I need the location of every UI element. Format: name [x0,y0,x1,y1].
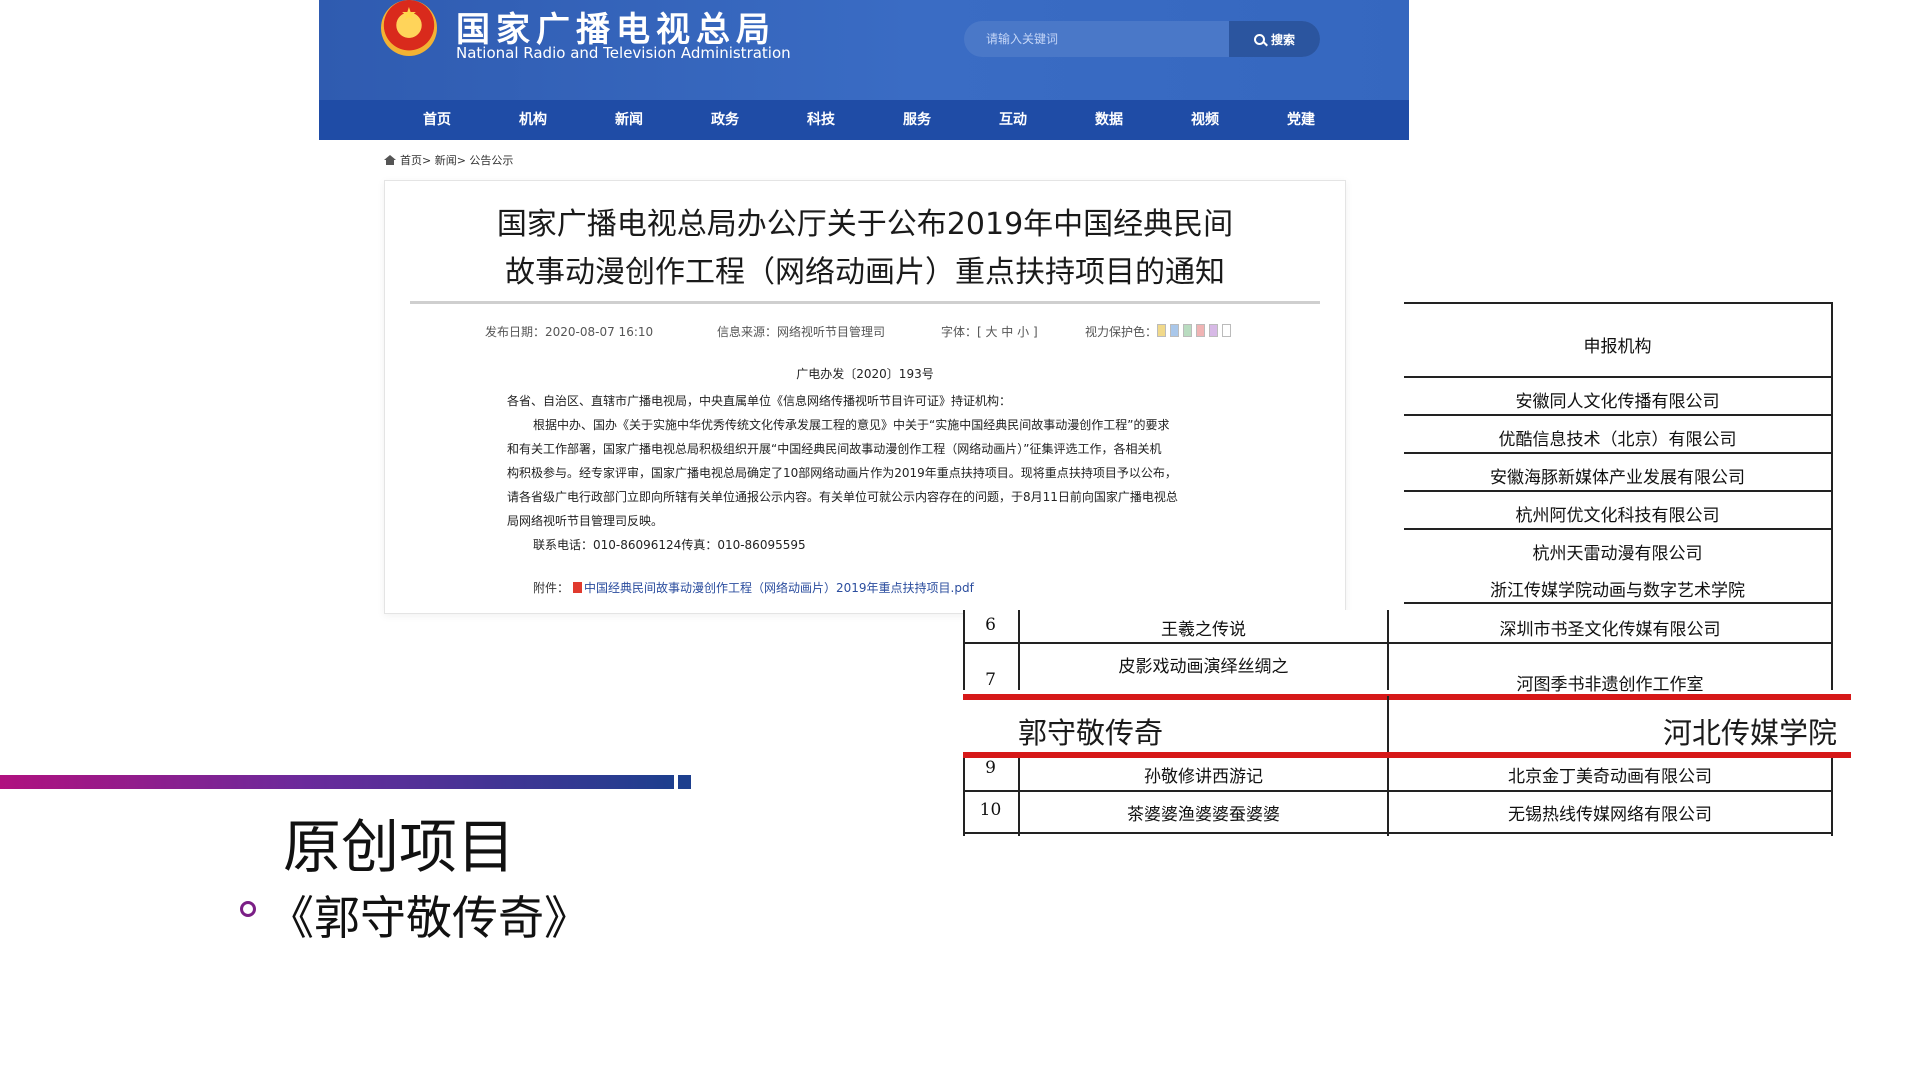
table-rule [1404,302,1833,304]
nav-item-organization[interactable]: 机构 [485,100,581,140]
color-swatch[interactable] [1170,324,1180,337]
body-line: 局网络视听节目管理司反映。 [507,514,664,528]
search-box: 搜索 [964,21,1320,57]
nav-item-technology[interactable]: 科技 [773,100,869,140]
search-button[interactable]: 搜索 [1229,21,1320,57]
article-body: 各省、自治区、直辖市广播电视局，中央直属单位《信息网络传播视听节目许可证》持证机… [507,389,1227,557]
site-title-en: National Radio and Television Administra… [456,44,791,62]
table-upper: 申报机构 安徽同人文化传播有限公司 优酷信息技术（北京）有限公司 安徽海豚新媒体… [1404,302,1833,610]
nav-item-service[interactable]: 服务 [869,100,965,140]
color-swatch[interactable] [1196,324,1206,337]
nav-item-video[interactable]: 视频 [1157,100,1253,140]
color-swatch[interactable] [1157,324,1167,337]
table-rule [963,832,1833,834]
table-cell-org: 杭州天雷动漫有限公司 [1532,544,1703,564]
table-rule [1387,696,1389,758]
breadcrumb-text[interactable]: 首页> 新闻> 公告公示 [400,152,513,168]
site-header: ★ 国家广播电视总局 National Radio and Television… [319,0,1409,100]
table-rule [1831,302,1833,610]
article-title-line-1: 国家广播电视总局办公厅关于公布2019年中国经典民间 [496,207,1234,242]
article-title-line-2: 故事动漫创作工程（网络动画片）重点扶持项目的通知 [505,255,1225,290]
attachment: 附件： 中国经典民间故事动漫创作工程（网络动画片）2019年重点扶持项目.pdf [533,579,974,596]
color-swatch[interactable] [1183,324,1193,337]
table-cell-num: 9 [985,758,996,778]
nav-item-data[interactable]: 数据 [1061,100,1157,140]
table-cell-num: 7 [985,670,996,690]
table-cell-org: 无锡热线传媒网络有限公司 [1508,805,1712,825]
font-size-selector[interactable]: 字体：[ 大 中 小 ] [941,323,1038,340]
nav-item-government[interactable]: 政务 [677,100,773,140]
table-header-org: 申报机构 [1583,337,1652,357]
nav-item-home[interactable]: 首页 [389,100,485,140]
accent-gradient-bar [0,775,674,789]
table-rule [1404,490,1833,492]
article-card: 国家广播电视总局办公厅关于公布2019年中国经典民间 故事动漫创作工程（网络动画… [384,180,1346,614]
publish-date: 发布日期：2020-08-07 16:10 [485,325,654,339]
body-line: 根据中办、国办《关于实施中华优秀传统文化传承发展工程的意见》中关于“实施中国经典… [533,418,1170,432]
table-cell-org: 河图季书非遗创作工作室 [1516,675,1704,695]
table-rule [963,642,1833,644]
recipients: 各省、自治区、直辖市广播电视局，中央直属单位《信息网络传播视听节目许可证》持证机… [507,394,1012,408]
national-emblem-icon: ★ [381,0,437,56]
document-number: 广电办发〔2020〕193号 [796,367,934,381]
home-icon[interactable] [384,155,396,165]
color-swatch[interactable] [1222,324,1232,337]
table-cell-org: 优酷信息技术（北京）有限公司 [1498,430,1737,450]
table-cell-org: 北京金丁美奇动画有限公司 [1508,767,1712,787]
table-rule [1404,452,1833,454]
table-rule [1831,610,1833,690]
nav-item-news[interactable]: 新闻 [581,100,677,140]
search-button-label: 搜索 [1270,32,1295,47]
table-cell-title: 茶婆婆渔婆婆蚕婆婆 [1127,805,1280,825]
color-swatch[interactable] [1209,324,1219,337]
table-rule [1404,602,1833,604]
breadcrumb: 首页> 新闻> 公告公示 [384,152,513,168]
contact-info: 联系电话：010-86096124传真：010-86095595 [533,538,806,552]
nav-item-party[interactable]: 党建 [1253,100,1349,140]
attachment-label: 附件： [533,581,570,595]
search-icon [1253,33,1265,45]
search-input[interactable] [964,21,1229,57]
table-cell-title-highlight: 郭守敬传奇 [1018,716,1164,750]
table-cell-org: 深圳市书圣文化传媒有限公司 [1499,620,1721,640]
highlight-line-bottom [963,752,1851,758]
bullet-circle-icon [240,901,256,917]
slide-heading: 原创项目 [283,813,516,881]
table-rule [963,790,1833,792]
body-line: 请各省级广电行政部门立即向所辖有关单位通报公示内容。有关单位可就公示内容存在的问… [507,490,1178,504]
nav-item-interaction[interactable]: 互动 [965,100,1061,140]
highlight-line-top [963,694,1851,700]
table-cell-title: 皮影戏动画演绎丝绸之 [1118,657,1289,677]
table-cell-org: 浙江传媒学院动画与数字艺术学院 [1490,581,1745,601]
table-rule [1831,758,1833,836]
info-source: 信息来源：网络视听节目管理司 [717,325,886,339]
accent-square [678,775,691,789]
table-cell-title: 孙敬修讲西游记 [1144,767,1263,787]
color-swatch-group [1157,324,1235,339]
body-line: 和有关工作部署，国家广播电视总局积极组织开展“中国经典民间故事动漫创作工程（网络… [507,442,1162,456]
table-cell-org: 安徽海豚新媒体产业发展有限公司 [1490,468,1745,488]
table-cell-num: 6 [985,615,996,635]
table-cell-num: 10 [979,800,1002,820]
table-lower: 6 王羲之传说 深圳市书圣文化传媒有限公司 7 皮影戏动画演绎丝绸之 河图季书非… [963,610,1851,836]
table-cell-org: 安徽同人文化传播有限公司 [1515,392,1720,412]
table-rule [1404,528,1833,530]
article-title: 国家广播电视总局办公厅关于公布2019年中国经典民间 故事动漫创作工程（网络动画… [385,201,1345,297]
eye-protect-colors: 视力保护色： [1085,323,1235,340]
title-divider [410,301,1320,304]
slide-bullet-item: 《郭守敬传奇》 [268,891,590,945]
table-cell-org: 杭州阿优文化科技有限公司 [1515,506,1720,526]
main-nav: 首页 机构 新闻 政务 科技 服务 互动 数据 视频 党建 [319,100,1409,140]
body-line: 构积极参与。经专家评审，国家广播电视总局确定了10部网络动画片作为2019年重点… [507,466,1177,480]
table-rule [1404,414,1833,416]
eye-protect-label: 视力保护色： [1085,325,1158,339]
table-cell-org-highlight: 河北传媒学院 [1663,716,1838,750]
attachment-link[interactable]: 中国经典民间故事动漫创作工程（网络动画片）2019年重点扶持项目.pdf [584,581,974,595]
table-cell-title: 王羲之传说 [1161,620,1246,640]
pdf-icon [573,582,583,593]
table-rule [1404,376,1833,378]
